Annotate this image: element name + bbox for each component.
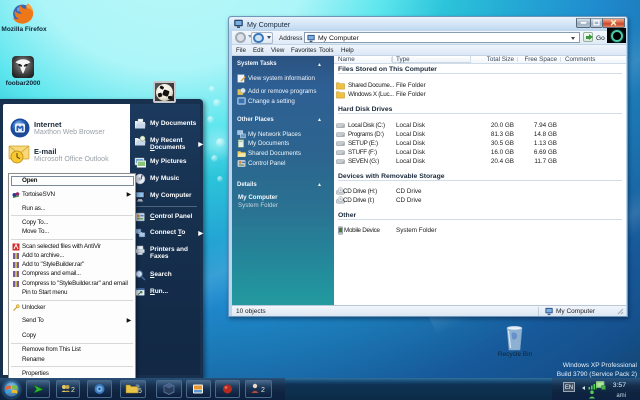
svg-text:2: 2 <box>261 387 265 394</box>
svg-text:2: 2 <box>71 387 75 394</box>
svg-text:5: 5 <box>138 388 142 395</box>
